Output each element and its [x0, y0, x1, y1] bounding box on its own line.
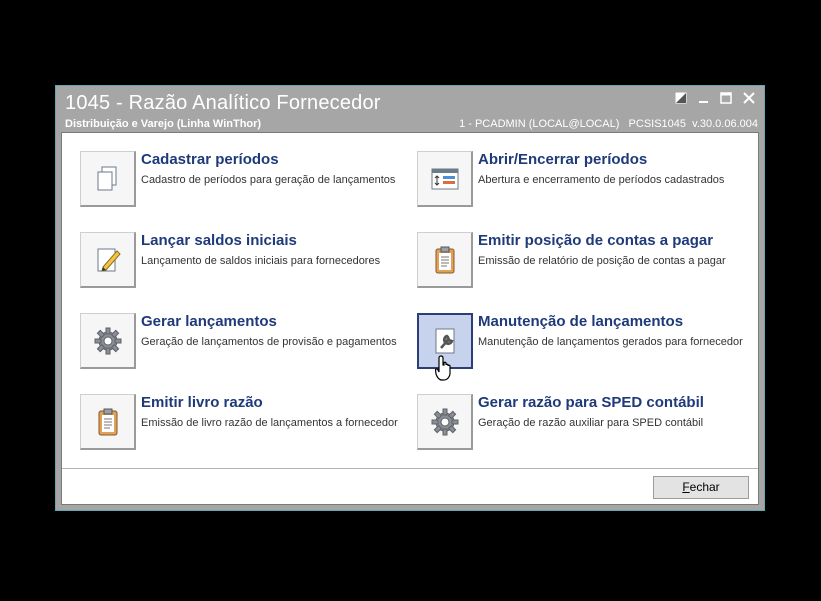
item-description: Manutenção de lançamentos gerados para f…	[478, 336, 743, 348]
gear-icon	[80, 313, 136, 369]
item-title: Gerar razão para SPED contábil	[478, 394, 704, 411]
menu-item-gerar-lancamentos[interactable]: Gerar lançamentos Geração de lançamentos…	[70, 313, 400, 375]
hand-cursor-icon	[434, 355, 455, 386]
item-title: Abrir/Encerrar períodos	[478, 151, 648, 168]
minimize-icon[interactable]	[697, 92, 711, 106]
menu-item-emitir-livro-razao[interactable]: Emitir livro razão Emissão de livro razã…	[70, 394, 400, 456]
item-description: Geração de lançamentos de provisão e pag…	[141, 336, 397, 348]
item-title: Emitir livro razão	[141, 394, 263, 411]
item-description: Lançamento de saldos iniciais para forne…	[141, 255, 381, 267]
window-subtitle: Distribuição e Varejo (Linha WinThor)	[65, 118, 262, 130]
application-window: 1045 - Razão Analítico Fornecedor Distri…	[55, 85, 765, 511]
item-description: Geração de razão auxiliar para SPED cont…	[478, 417, 704, 429]
close-icon[interactable]	[742, 92, 756, 106]
footer-divider	[62, 468, 758, 469]
menu-item-cadastrar-periodos[interactable]: Cadastrar períodos Cadastro de períodos …	[70, 151, 400, 213]
close-button-label: echar	[689, 480, 720, 494]
menu-panel: Cadastrar períodos Cadastro de períodos …	[61, 132, 759, 505]
close-button-accelerator: F	[682, 480, 690, 494]
restore-icon[interactable]	[674, 92, 688, 106]
gear-icon	[417, 394, 473, 450]
menu-item-lancar-saldos-iniciais[interactable]: Lançar saldos iniciais Lançamento de sal…	[70, 232, 400, 294]
item-title: Gerar lançamentos	[141, 313, 277, 330]
item-description: Cadastro de períodos para geração de lan…	[141, 174, 396, 186]
item-title: Lançar saldos iniciais	[141, 232, 297, 249]
item-description: Emissão de livro razão de lançamentos a …	[141, 417, 398, 429]
clipboard-icon	[80, 394, 136, 450]
menu-item-gerar-razao-sped[interactable]: Gerar razão para SPED contábil Geração d…	[407, 394, 737, 456]
maximize-icon[interactable]	[719, 92, 733, 106]
close-button[interactable]: Fechar	[653, 476, 749, 499]
item-description: Emissão de relatório de posição de conta…	[478, 255, 726, 267]
clipboard-icon	[417, 232, 473, 288]
session-info: 1 - PCADMIN (LOCAL@LOCAL) PCSIS1045 v.30…	[459, 118, 758, 130]
menu-item-abrir-encerrar-periodos[interactable]: Abrir/Encerrar períodos Abertura e encer…	[407, 151, 737, 213]
window-title: 1045 - Razão Analítico Fornecedor	[65, 92, 381, 114]
item-title: Manutenção de lançamentos	[478, 313, 684, 330]
item-title: Cadastrar períodos	[141, 151, 279, 168]
copy-documents-icon	[80, 151, 136, 207]
item-title: Emitir posição de contas a pagar	[478, 232, 714, 249]
item-description: Abertura e encerramento de períodos cada…	[478, 174, 725, 186]
edit-document-icon	[80, 232, 136, 288]
form-window-icon	[417, 151, 473, 207]
menu-item-manutencao-lancamentos[interactable]: Manutenção de lançamentos Manutenção de …	[407, 313, 743, 375]
menu-item-emitir-posicao-contas[interactable]: Emitir posição de contas a pagar Emissão…	[407, 232, 737, 294]
